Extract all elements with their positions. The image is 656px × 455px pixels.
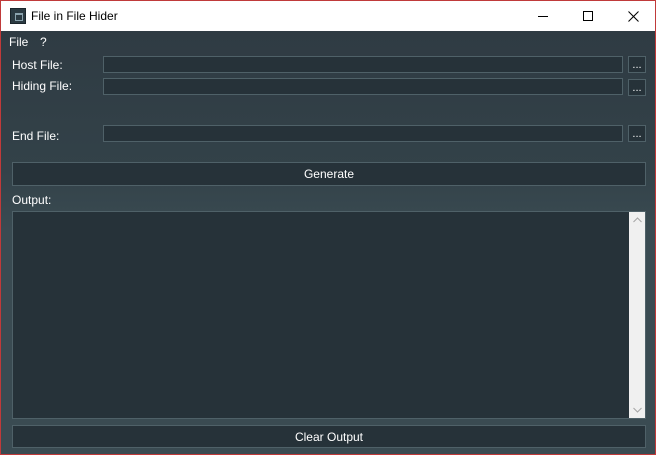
close-button[interactable] bbox=[610, 1, 655, 31]
end-file-label: End File: bbox=[12, 129, 60, 143]
menu-help[interactable]: ? bbox=[40, 35, 47, 49]
host-file-input[interactable] bbox=[103, 56, 623, 73]
output-textarea[interactable] bbox=[13, 212, 629, 418]
chevron-down-icon[interactable] bbox=[629, 402, 645, 418]
window-title: File in File Hider bbox=[31, 9, 118, 23]
menu-bar: File ? bbox=[1, 31, 655, 51]
hiding-file-input[interactable] bbox=[103, 78, 623, 95]
app-window-icon bbox=[10, 8, 26, 24]
maximize-icon bbox=[583, 11, 593, 21]
output-scrollbar[interactable] bbox=[629, 212, 645, 418]
minimize-button[interactable] bbox=[520, 1, 566, 31]
host-file-label: Host File: bbox=[12, 58, 63, 72]
hiding-file-label: Hiding File: bbox=[12, 79, 73, 93]
menu-file[interactable]: File bbox=[9, 35, 28, 49]
minimize-icon bbox=[538, 15, 548, 17]
title-bar[interactable]: File in File Hider bbox=[1, 1, 655, 31]
output-panel bbox=[12, 211, 646, 419]
app-window: File in File Hider File ? Host File: ...… bbox=[0, 0, 656, 455]
clear-output-button[interactable]: Clear Output bbox=[12, 425, 646, 448]
chevron-up-icon[interactable] bbox=[629, 212, 645, 228]
end-file-input[interactable] bbox=[103, 125, 623, 142]
output-label: Output: bbox=[12, 193, 52, 207]
close-icon bbox=[627, 10, 639, 22]
host-file-browse-button[interactable]: ... bbox=[628, 56, 646, 73]
hiding-file-browse-button[interactable]: ... bbox=[628, 79, 646, 96]
end-file-browse-button[interactable]: ... bbox=[628, 125, 646, 142]
client-area: File ? Host File: ... Hiding File: ... E… bbox=[1, 31, 655, 454]
generate-button[interactable]: Generate bbox=[12, 162, 646, 186]
maximize-button[interactable] bbox=[565, 1, 611, 31]
